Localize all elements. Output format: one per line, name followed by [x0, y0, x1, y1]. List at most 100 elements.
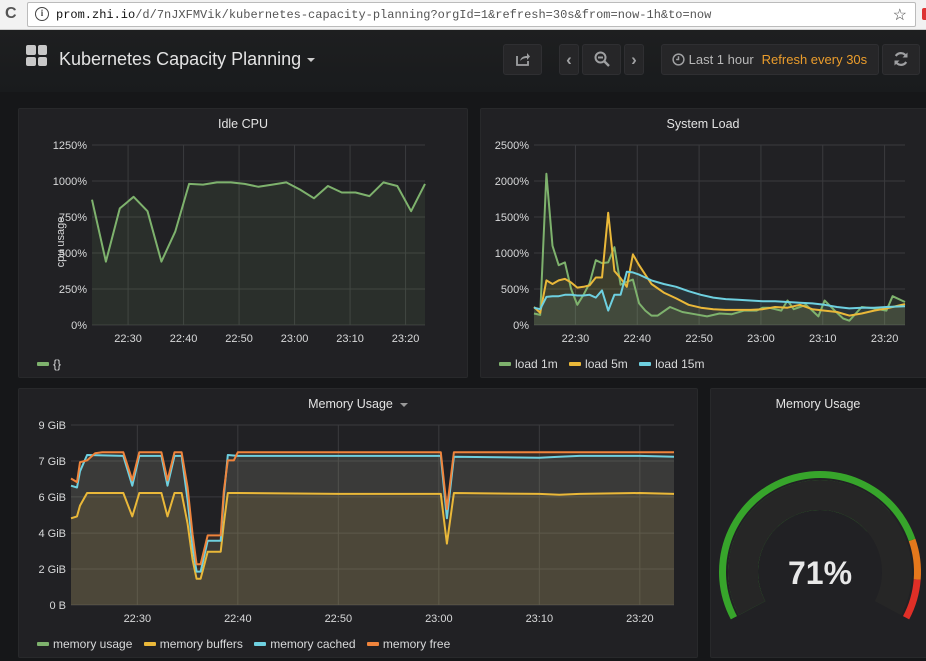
y-tick-label: 500%	[501, 284, 529, 296]
legend-label: load 1m	[515, 357, 558, 371]
caret-down-icon	[307, 58, 316, 63]
reload-icon[interactable]: C	[5, 5, 21, 23]
legend-swatch	[37, 361, 49, 366]
y-tick-label: 2500%	[495, 140, 529, 152]
url-text: prom.zhi.io/d/7nJXFMVik/kubernetes-capac…	[56, 8, 711, 22]
dashboard-grid-icon[interactable]	[26, 45, 47, 66]
clock-icon	[672, 53, 685, 66]
x-tick-label: 23:00	[281, 333, 309, 345]
y-tick-label: 750%	[59, 212, 87, 224]
x-tick-label: 23:00	[747, 333, 775, 345]
legend-item[interactable]: load 5m	[569, 357, 628, 371]
y-tick-label: 1000%	[495, 248, 529, 260]
x-tick-label: 23:10	[526, 613, 554, 625]
series-area--	[92, 182, 425, 325]
x-tick-label: 22:50	[225, 333, 253, 345]
url-path: /d/7nJXFMVik/kubernetes-capacity-plannin…	[135, 8, 712, 22]
x-tick-label: 22:30	[114, 333, 142, 345]
y-tick-label: 0%	[71, 320, 87, 332]
legend-item[interactable]: memory cached	[254, 637, 356, 651]
refresh-icon	[894, 52, 908, 66]
y-tick-label: 4 GiB	[38, 528, 66, 540]
panel-memory-usage-graph: Memory Usage 0 B2 GiB 4 GiB 6 GiB 7 GiB 9 Gi…	[18, 388, 698, 658]
legend-swatch	[639, 361, 652, 366]
bookmark-star-icon[interactable]: ☆	[893, 5, 907, 25]
legend-item[interactable]: memory buffers	[143, 637, 243, 651]
y-tick-label: 6 GiB	[38, 492, 66, 504]
x-tick-label: 22:50	[685, 333, 713, 345]
y-tick-label: 2 GiB	[38, 564, 66, 576]
legend-swatch	[366, 641, 379, 646]
y-tick-label: 0%	[513, 320, 529, 332]
browser-address-bar: C i prom.zhi.io/d/7nJXFMVik/kubernetes-c…	[0, 0, 926, 30]
x-tick-label: 23:10	[336, 333, 364, 345]
refresh-interval-label: Refresh every 30s	[761, 52, 868, 67]
x-tick-label: 22:40	[224, 613, 252, 625]
memory-gauge: 71%	[719, 471, 921, 620]
time-picker-button[interactable]: Last 1 hour Refresh every 30s	[661, 44, 879, 75]
y-tick-label: 500%	[59, 248, 87, 260]
y-tick-label: 250%	[59, 284, 87, 296]
legend-item[interactable]: load 1m	[499, 357, 558, 371]
zoom-out-button[interactable]	[582, 44, 621, 75]
time-forward-button[interactable]: ›	[624, 44, 644, 75]
time-back-button[interactable]: ‹	[559, 44, 579, 75]
legend-item[interactable]: memory free	[366, 637, 451, 651]
info-icon[interactable]: i	[35, 7, 49, 21]
series-area-memory-buffers	[71, 493, 674, 605]
url-input[interactable]: i prom.zhi.io/d/7nJXFMVik/kubernetes-cap…	[27, 2, 916, 27]
y-tick-label: 7 GiB	[38, 456, 66, 468]
y-tick-label: 1000%	[53, 176, 87, 188]
legend: {}	[37, 357, 69, 371]
x-tick-label: 23:20	[392, 333, 420, 345]
legend-item[interactable]: load 15m	[639, 357, 704, 371]
legend-label: memory usage	[53, 637, 133, 651]
dashboard-title-dropdown[interactable]: Kubernetes Capacity Planning	[59, 49, 316, 70]
legend-swatch	[254, 641, 267, 646]
x-tick-label: 23:20	[871, 333, 899, 345]
x-tick-label: 22:50	[325, 613, 353, 625]
share-button[interactable]	[503, 44, 542, 75]
x-tick-label: 22:30	[562, 333, 590, 345]
x-tick-label: 22:30	[124, 613, 152, 625]
dashboard-navbar: Kubernetes Capacity Planning ‹ › Last 1 …	[0, 30, 926, 92]
y-tick-label: 0 B	[49, 600, 66, 612]
x-tick-label: 23:00	[425, 613, 453, 625]
legend-label: {}	[53, 357, 62, 371]
chevron-left-icon: ‹	[566, 50, 572, 69]
legend-swatch	[37, 641, 49, 646]
legend-label: load 15m	[655, 357, 705, 371]
panel-system-load: System Load 0% 500% 1000% 1500% 2000% 2500% 22…	[480, 108, 926, 378]
time-range-label: Last 1 hour	[688, 52, 754, 67]
refresh-button[interactable]	[882, 44, 920, 75]
legend-item[interactable]: memory usage	[37, 637, 132, 651]
panel-memory-usage-gauge: Memory Usage 71%	[710, 388, 926, 658]
share-icon	[515, 53, 530, 66]
system-load-chart[interactable]: 0% 500% 1000% 1500% 2000% 2500% 22:30 22:40 22:5…	[481, 109, 926, 379]
y-tick-label: 1250%	[53, 140, 87, 152]
legend-label: memory free	[382, 637, 451, 651]
zoom-out-icon	[594, 51, 610, 67]
legend-label: memory buffers	[159, 637, 243, 651]
legend: load 1m load 5m load 15m	[499, 357, 712, 371]
memory-usage-chart[interactable]: 0 B 2 GiB 4 GiB 6 GiB 7 GiB 9 GiB 22:30 22:40 22…	[19, 389, 699, 659]
legend: memory usage memory buffers memory cache…	[37, 637, 458, 651]
panel-idle-cpu: Idle CPU cpu usage 0% 250% 500% 750% 1000% 12…	[18, 108, 468, 378]
legend-swatch	[499, 361, 511, 366]
x-tick-label: 22:40	[170, 333, 198, 345]
url-host: prom.zhi.io	[56, 8, 136, 22]
legend-item[interactable]: {}	[37, 357, 61, 371]
y-tick-label: 2000%	[495, 176, 529, 188]
gauge-value: 71%	[788, 555, 852, 591]
x-tick-label: 23:10	[809, 333, 837, 345]
dashboard-title: Kubernetes Capacity Planning	[59, 49, 302, 69]
idle-cpu-chart[interactable]: cpu usage 0%250%500%750%1000%1250%22:30 2…	[19, 109, 469, 379]
x-tick-label: 22:40	[623, 333, 651, 345]
legend-label: load 5m	[585, 357, 628, 371]
legend-swatch	[569, 361, 582, 366]
chevron-right-icon: ›	[631, 50, 637, 69]
extension-icon[interactable]	[922, 8, 926, 20]
legend-label: memory cached	[270, 637, 356, 651]
y-tick-label: 1500%	[495, 212, 529, 224]
legend-swatch	[143, 641, 156, 646]
